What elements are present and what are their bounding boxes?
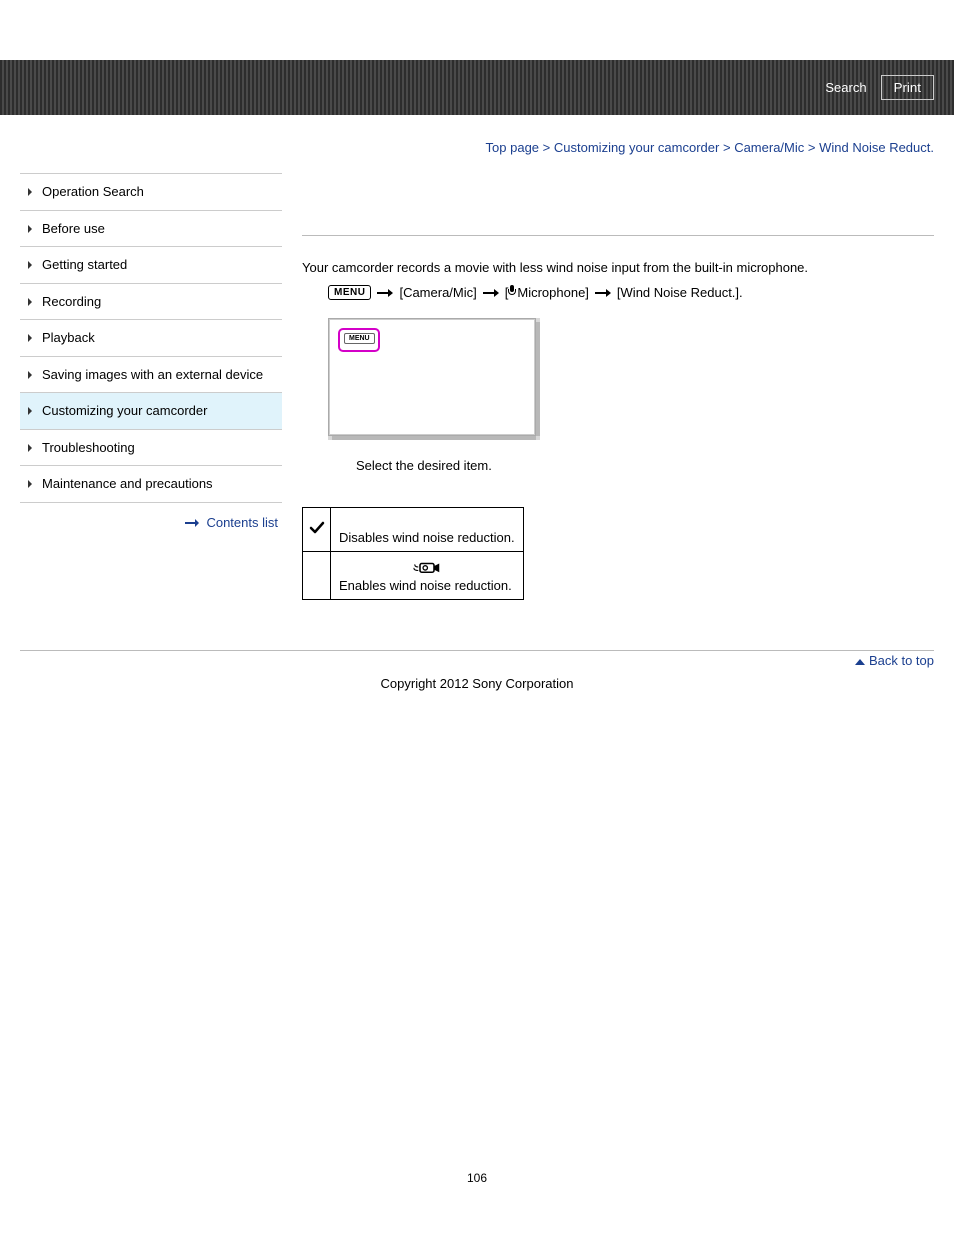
breadcrumb-current: Wind Noise Reduct. [819,140,934,155]
wind-camera-icon [413,558,441,576]
divider [302,235,934,236]
table-row: Enables wind noise reduction. [303,552,524,600]
sidebar-item-before-use[interactable]: Before use [20,211,282,248]
copyright-text: Copyright 2012 Sony Corporation [0,676,954,691]
sidebar-item-playback[interactable]: Playback [20,320,282,357]
contents-list-link[interactable]: Contents list [206,515,278,530]
table-row: Disables wind noise reduction. [303,508,524,552]
menu-path: MENU [Camera/Mic] [Microphone] [Wind Noi… [302,285,934,300]
sidebar-nav: Operation Search Before use Getting star… [20,173,282,600]
option-off-icon-cell [303,508,331,552]
breadcrumb-sep: > [808,140,816,155]
option-off-desc: Disables wind noise reduction. [331,508,524,552]
page-number: 106 [0,1171,954,1205]
arrow-up-icon [855,659,865,665]
footer-line: Back to top [20,650,934,668]
arrow-right-icon [483,289,499,297]
breadcrumb-cameramic[interactable]: Camera/Mic [734,140,804,155]
sidebar-item-saving-images[interactable]: Saving images with an external device [20,357,282,394]
arrow-right-icon [595,289,611,297]
menu-box-icon: MENU [328,285,371,300]
option-on-desc: Enables wind noise reduction. [339,578,515,593]
select-prompt: Select the desired item. [302,458,934,473]
back-to-top-label: Back to top [869,653,934,668]
sidebar-item-troubleshooting[interactable]: Troubleshooting [20,430,282,467]
ui-screenshot-box: MENU [328,318,536,436]
search-link[interactable]: Search [825,80,866,95]
microphone-icon [508,285,516,297]
main-content: Your camcorder records a movie with less… [302,173,934,600]
sidebar-item-recording[interactable]: Recording [20,284,282,321]
option-on-icon-cell [303,552,331,600]
print-button[interactable]: Print [881,75,934,100]
breadcrumb-top[interactable]: Top page [486,140,540,155]
breadcrumb-sep: > [723,140,731,155]
path-cameramic: [Camera/Mic] [399,285,476,300]
intro-text: Your camcorder records a movie with less… [302,260,934,275]
arrow-right-icon [185,520,199,526]
microphone-label: Microphone] [517,285,589,300]
check-icon [309,520,325,536]
sidebar-item-maintenance[interactable]: Maintenance and precautions [20,466,282,503]
sidebar-item-getting-started[interactable]: Getting started [20,247,282,284]
sidebar-item-customizing[interactable]: Customizing your camcorder [20,393,282,430]
options-table: Disables wind noise reduction. [302,507,524,600]
path-wind-noise: [Wind Noise Reduct.]. [617,285,743,300]
breadcrumb-sep: > [543,140,551,155]
arrow-right-icon [377,289,393,297]
breadcrumb: Top page > Customizing your camcorder > … [0,140,954,155]
breadcrumb-customizing[interactable]: Customizing your camcorder [554,140,719,155]
sidebar-item-operation-search[interactable]: Operation Search [20,174,282,211]
contents-list-row: Contents list [20,503,282,530]
back-to-top-link[interactable]: Back to top [855,653,934,668]
path-microphone: [Microphone] [505,285,589,300]
header-band: Search Print [0,60,954,115]
option-on-cell: Enables wind noise reduction. [331,552,524,600]
menu-inner-label: MENU [344,333,375,344]
